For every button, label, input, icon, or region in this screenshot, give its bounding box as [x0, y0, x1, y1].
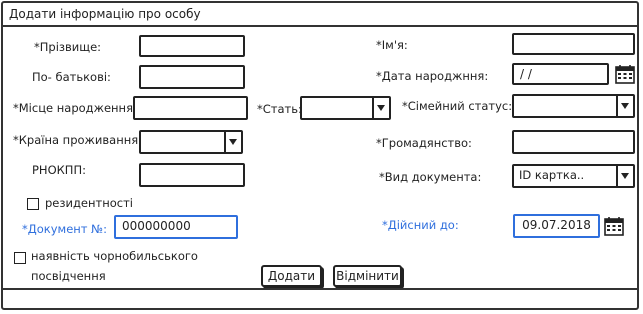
surname-label: *Прізвище:	[34, 40, 102, 54]
chornobyl-checkbox[interactable]	[14, 252, 26, 264]
name-label: *Ім'я:	[376, 38, 408, 52]
chornobyl-label-line2: посвідчення	[31, 269, 106, 283]
doctype-value: ID картка..	[519, 168, 585, 182]
chevron-down-icon	[224, 132, 241, 152]
chornobyl-label-line1: наявність чорнобильського	[31, 249, 198, 263]
rnokpp-label: РНОКПП:	[32, 163, 86, 177]
valid-until-label: *Дійсний до:	[382, 218, 459, 232]
chevron-down-icon	[616, 96, 633, 116]
chevron-down-icon	[616, 166, 633, 186]
birthdate-label: *Дата народжння:	[376, 69, 489, 83]
valid-until-field[interactable]: 09.07.2018	[513, 214, 600, 238]
calendar-icon[interactable]	[615, 64, 635, 84]
dialog-window: Додати інформацію про особу *Прізвище: *…	[1, 1, 639, 310]
document-number-field[interactable]: 000000000	[114, 215, 238, 239]
sex-select[interactable]	[300, 96, 391, 120]
patronymic-field[interactable]	[139, 65, 245, 89]
country-label: *Країна проживання:	[13, 133, 143, 147]
surname-field[interactable]	[139, 35, 245, 57]
marital-label: *Сімейний статус:	[402, 99, 513, 113]
birthdate-field[interactable]: / /	[512, 63, 609, 85]
country-select[interactable]	[139, 130, 243, 154]
birthplace-label: *Місце народження:	[13, 101, 137, 115]
sex-label: *Стать:	[257, 102, 302, 116]
cancel-button[interactable]: Відмінити	[333, 265, 402, 287]
calendar-icon[interactable]	[604, 216, 624, 236]
citizenship-label: *Громадянство:	[376, 136, 472, 150]
add-button[interactable]: Додати	[261, 265, 322, 287]
citizenship-field[interactable]	[512, 130, 635, 154]
doctype-label: *Вид документа:	[379, 170, 482, 184]
chevron-down-icon	[372, 98, 389, 118]
document-number-label: *Документ №:	[22, 222, 107, 236]
residency-label: резидентності	[45, 196, 133, 210]
doctype-select[interactable]: ID картка..	[512, 164, 635, 188]
rnokpp-field[interactable]	[139, 163, 245, 187]
marital-status-select[interactable]	[512, 94, 635, 118]
dialog-title: Додати інформацію про особу	[3, 3, 637, 27]
birthplace-field[interactable]	[133, 96, 248, 120]
status-bar	[3, 288, 637, 308]
residency-checkbox[interactable]	[27, 198, 39, 210]
name-field[interactable]	[512, 33, 635, 55]
patronymic-label: По- батькові:	[32, 70, 111, 84]
